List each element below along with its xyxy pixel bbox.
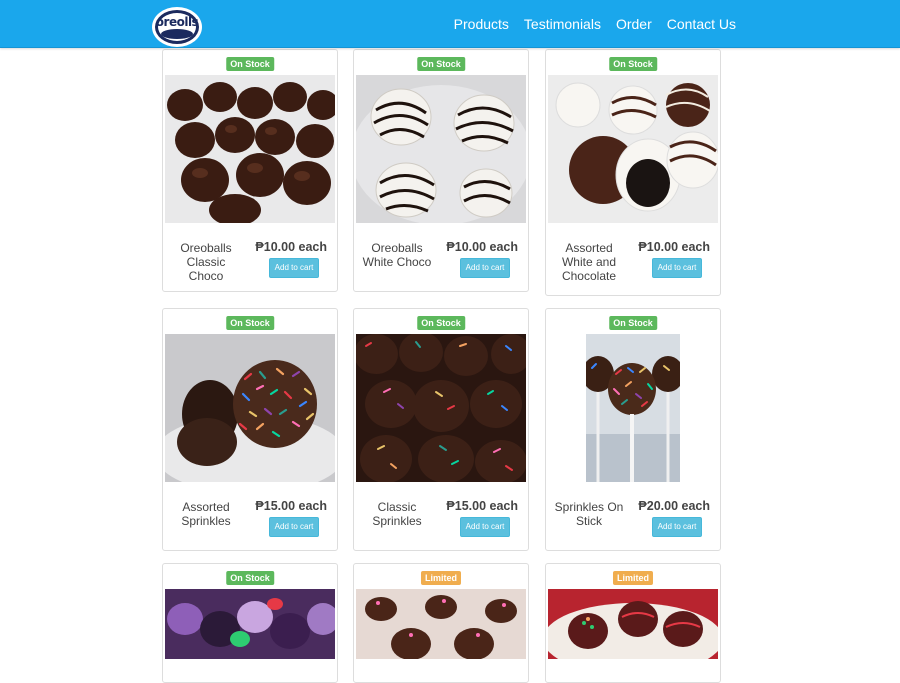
status-badge: On Stock: [226, 571, 274, 585]
status-badge: On Stock: [417, 57, 465, 71]
product-price: ₱10.00 each: [638, 240, 710, 254]
product-image-white-choco: [356, 75, 526, 223]
product-name: Oreoballs Classic Choco: [180, 241, 232, 283]
product-card: Limited: [545, 563, 721, 683]
status-badge: On Stock: [417, 316, 465, 330]
product-image-classic-choco: [165, 75, 335, 223]
product-image-chocolate-balls: [356, 589, 526, 659]
product-name: Assorted Sprinkles: [181, 500, 231, 528]
status-badge: On Stock: [609, 316, 657, 330]
status-badge: On Stock: [226, 316, 274, 330]
product-name: Sprinkles On Stick: [554, 500, 624, 528]
status-badge: On Stock: [226, 57, 274, 71]
nav-products[interactable]: Products: [454, 16, 509, 32]
add-to-cart-button[interactable]: Add to cart: [652, 258, 702, 278]
add-to-cart-button[interactable]: Add to cart: [269, 258, 319, 278]
logo-text: oreolls: [155, 15, 199, 29]
status-badge: Limited: [420, 571, 462, 585]
nav-menu: Products Testimonials Order Contact Us: [454, 0, 900, 48]
add-to-cart-button[interactable]: Add to cart: [269, 517, 319, 537]
product-card: On Stock Sprinkles On Stick ₱20.00 each …: [545, 308, 721, 551]
product-card: Limited: [353, 563, 529, 683]
nav-order[interactable]: Order: [616, 16, 652, 32]
status-badge: On Stock: [609, 57, 657, 71]
product-image-assorted-white-chocolate: [548, 75, 718, 223]
product-image-sprinkles-on-stick: [586, 334, 680, 482]
product-card: On Stock Classic Sprinkles ₱15.00 each A…: [353, 308, 529, 551]
product-image-assorted-sprinkles: [165, 334, 335, 482]
product-image-wrapped-pops: [165, 589, 335, 659]
product-price: ₱10.00 each: [255, 240, 327, 254]
add-to-cart-button[interactable]: Add to cart: [460, 258, 510, 278]
product-price: ₱15.00 each: [446, 499, 518, 513]
product-name: Oreoballs White Choco: [362, 241, 432, 269]
add-to-cart-button[interactable]: Add to cart: [460, 517, 510, 537]
product-name: Assorted White and Chocolate: [561, 241, 617, 283]
product-card: On Stock Assorted White and Chocolate ₱1…: [545, 49, 721, 296]
product-name: Classic Sprinkles: [372, 500, 422, 528]
top-navbar: oreolls Products Testimonials Order Cont…: [0, 0, 900, 48]
product-price: ₱20.00 each: [638, 499, 710, 513]
product-price: ₱10.00 each: [446, 240, 518, 254]
oreolls-logo[interactable]: oreolls: [150, 3, 204, 49]
nav-testimonials[interactable]: Testimonials: [524, 16, 601, 32]
product-image-holiday-balls: [548, 589, 718, 659]
product-card: On Stock Assorted Sprinkles ₱15.00 each …: [162, 308, 338, 551]
product-price: ₱15.00 each: [255, 499, 327, 513]
status-badge: Limited: [612, 571, 654, 585]
product-card: On Stock Oreoballs Classic Choco ₱10.00 …: [162, 49, 338, 292]
nav-contact-us[interactable]: Contact Us: [667, 16, 736, 32]
product-card: On Stock: [162, 563, 338, 683]
product-image-classic-sprinkles: [356, 334, 526, 482]
add-to-cart-button[interactable]: Add to cart: [652, 517, 702, 537]
product-card: On Stock Oreoballs White Choco ₱10.00 ea…: [353, 49, 529, 292]
